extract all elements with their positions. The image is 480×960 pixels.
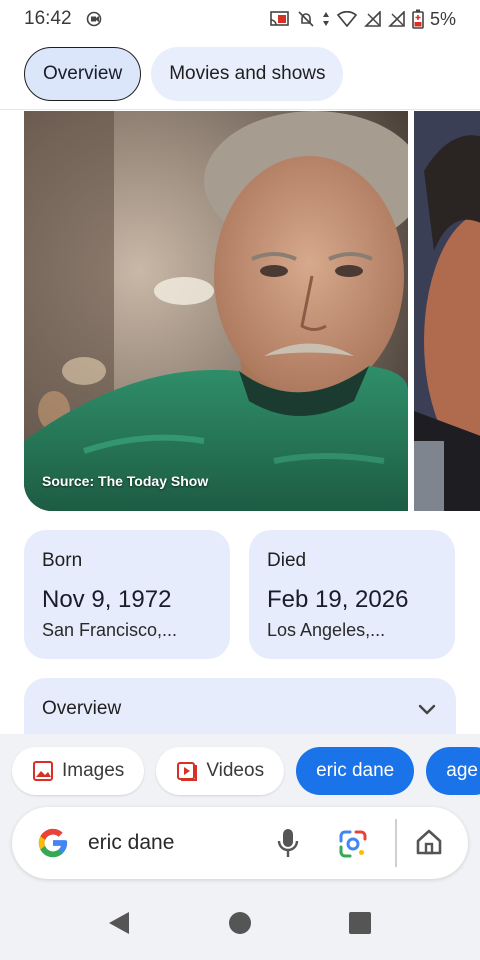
died-label: Died bbox=[267, 550, 307, 571]
person-photo-image bbox=[24, 111, 408, 511]
born-date: Nov 9, 1972 bbox=[42, 586, 172, 613]
videos-chip-label: Videos bbox=[206, 760, 265, 781]
overview-title: Overview bbox=[42, 698, 122, 719]
search-bar[interactable]: eric dane bbox=[12, 807, 468, 879]
status-bar: 16:42 5% bbox=[0, 0, 480, 38]
images-chip[interactable]: Images bbox=[12, 747, 145, 795]
video-icon bbox=[177, 762, 198, 781]
tab-overview[interactable]: Overview bbox=[24, 46, 142, 101]
battery-icon bbox=[412, 9, 424, 29]
born-label: Born bbox=[42, 550, 83, 571]
query-chip[interactable]: eric dane bbox=[296, 747, 415, 795]
battery-percent: 5% bbox=[429, 8, 456, 29]
died-date: Feb 19, 2026 bbox=[267, 586, 409, 613]
search-query[interactable]: eric dane bbox=[88, 831, 174, 855]
died-card[interactable]: Died Feb 19, 2026 Los Angeles,... bbox=[249, 530, 455, 659]
home-icon[interactable] bbox=[414, 827, 444, 857]
suggestion-chips: Images Videos eric dane age bbox=[12, 747, 480, 795]
recent-apps-button[interactable] bbox=[349, 912, 371, 934]
born-place: San Francisco,... bbox=[42, 620, 178, 640]
mute-icon bbox=[298, 11, 314, 27]
age-chip[interactable]: age bbox=[426, 747, 480, 795]
died-place: Los Angeles,... bbox=[267, 620, 386, 640]
tab-movies-and-shows[interactable]: Movies and shows bbox=[151, 46, 344, 101]
google-lens-icon[interactable] bbox=[338, 829, 368, 859]
image-carousel[interactable]: Source: The Today Show bbox=[0, 111, 480, 511]
microphone-icon[interactable] bbox=[276, 827, 300, 859]
cast-icon bbox=[270, 11, 289, 26]
person-photo[interactable]: Source: The Today Show bbox=[24, 111, 408, 511]
second-photo[interactable] bbox=[414, 111, 480, 511]
nav-home-button[interactable] bbox=[229, 912, 251, 934]
photo-source-caption: Source: The Today Show bbox=[42, 473, 209, 489]
chevron-down-icon[interactable] bbox=[416, 698, 438, 720]
search-divider bbox=[395, 819, 397, 867]
back-icon[interactable] bbox=[107, 910, 131, 936]
videos-chip[interactable]: Videos bbox=[156, 747, 285, 795]
google-logo-icon bbox=[38, 828, 68, 858]
born-card[interactable]: Born Nov 9, 1972 San Francisco,... bbox=[24, 530, 230, 659]
screen-record-icon bbox=[86, 11, 101, 27]
data-arrows-icon bbox=[322, 12, 329, 26]
tab-bar: Overview Movies and shows bbox=[0, 38, 480, 110]
wifi-icon bbox=[336, 11, 358, 27]
images-chip-label: Images bbox=[62, 760, 125, 781]
image-icon bbox=[33, 761, 53, 781]
second-photo-image bbox=[414, 111, 480, 511]
signal-icon bbox=[364, 11, 381, 27]
android-nav-bar bbox=[0, 880, 480, 960]
status-time: 16:42 bbox=[24, 8, 72, 29]
search-panel: Images Videos eric dane age eric dane bbox=[0, 734, 480, 960]
signal-icon-2 bbox=[388, 11, 405, 27]
